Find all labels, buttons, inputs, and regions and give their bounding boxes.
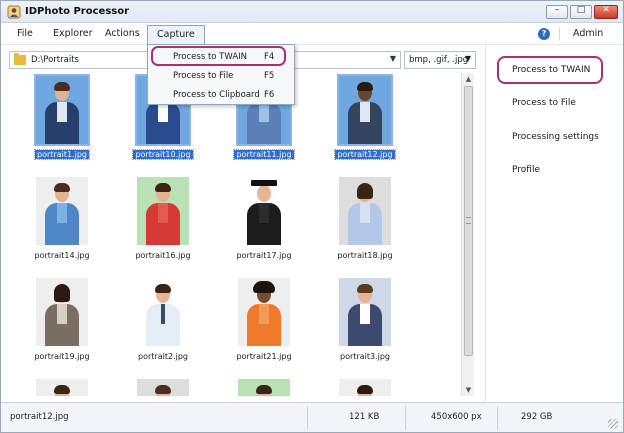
close-button[interactable]: ✕ xyxy=(594,5,618,19)
filter-value: bmp, .gif, .jpg xyxy=(409,55,469,65)
thumbnail-image xyxy=(137,379,189,396)
thumbnail-label: portrait19.jpg xyxy=(34,352,90,361)
scrollbar-thumb[interactable] xyxy=(464,86,473,356)
thumbnail-image xyxy=(238,278,290,346)
thumbnail-label: portrait14.jpg xyxy=(34,251,90,260)
app-icon xyxy=(7,5,21,19)
highlight-ring xyxy=(497,56,603,84)
menu-divider xyxy=(559,27,560,41)
status-disk-space: 292 GB xyxy=(521,412,553,422)
folder-icon xyxy=(14,53,26,65)
thumbnail-label: portrait3.jpg xyxy=(340,352,390,361)
menu-explorer[interactable]: Explorer xyxy=(47,26,99,42)
thumbnail-image xyxy=(137,278,189,346)
thumbnail-image xyxy=(339,278,391,346)
actions-panel: Process to TWAIN Process to File Process… xyxy=(485,45,623,402)
path-value: D:\Portraits xyxy=(31,55,79,65)
thumbnail-image xyxy=(36,177,88,245)
thumbnail-image xyxy=(137,177,189,245)
scroll-down-icon[interactable]: ▼ xyxy=(462,384,475,396)
window-title: IDPhoto Processor xyxy=(25,6,130,17)
status-dimensions: 450x600 px xyxy=(431,412,482,422)
thumbnail-image xyxy=(238,177,290,245)
action-profile[interactable]: Profile xyxy=(512,165,540,175)
action-process-to-file[interactable]: Process to File xyxy=(512,98,576,108)
thumbnail-label: portrait21.jpg xyxy=(236,352,292,361)
thumbnail-label: portrait12.jpg xyxy=(334,149,396,160)
thumbnail-image xyxy=(337,74,393,146)
menu-capture[interactable]: Capture xyxy=(147,25,205,44)
thumbnail-image xyxy=(36,278,88,346)
thumbnail-label: portrait2.jpg xyxy=(138,352,188,361)
status-filename: portrait12.jpg xyxy=(10,412,69,422)
menu-item-process-to-file[interactable]: Process to File F5 xyxy=(150,67,292,85)
maximize-icon: □ xyxy=(576,5,586,15)
thumbnail-gallery: portrait1.jpg portrait10.jpg portrait11.… xyxy=(9,71,477,396)
highlight-ring xyxy=(151,46,286,66)
menu-item-process-to-clipboard[interactable]: Process to Clipboard F6 xyxy=(150,86,292,104)
app-window: IDPhoto Processor – □ ✕ File Explorer Ac… xyxy=(0,0,624,433)
minimize-button[interactable]: – xyxy=(546,5,568,19)
status-divider xyxy=(405,406,406,430)
resize-grip-icon[interactable] xyxy=(608,419,618,429)
status-divider xyxy=(307,406,308,430)
menu-bar: File Explorer Actions Capture ? Admin xyxy=(1,23,623,45)
grip-icon xyxy=(466,217,471,224)
thumbnail-label: portrait17.jpg xyxy=(236,251,292,260)
file-filter-select[interactable]: bmp, .gif, .jpg ▼ xyxy=(404,51,476,69)
thumbnail-label: portrait11.jpg xyxy=(233,149,295,160)
title-bar: IDPhoto Processor – □ ✕ xyxy=(1,1,623,23)
status-bar: portrait12.jpg 121 KB 450x600 px 292 GB xyxy=(1,402,623,432)
help-icon[interactable]: ? xyxy=(538,28,550,40)
thumbnail-image xyxy=(339,177,391,245)
action-processing-settings[interactable]: Processing settings xyxy=(512,132,599,142)
chevron-down-icon[interactable]: ▼ xyxy=(390,54,396,63)
thumbnail-image xyxy=(36,379,88,396)
thumbnail-label: portrait16.jpg xyxy=(135,251,191,260)
menu-file[interactable]: File xyxy=(11,26,39,42)
thumbnail-image xyxy=(238,379,290,396)
chevron-down-icon[interactable]: ▼ xyxy=(465,54,471,63)
thumbnail-label: portrait1.jpg xyxy=(34,149,90,160)
scroll-up-icon[interactable]: ▲ xyxy=(462,73,475,85)
thumbnail-image xyxy=(34,74,90,146)
thumbnail-image xyxy=(339,379,391,396)
menu-admin[interactable]: Admin xyxy=(567,26,609,42)
maximize-button[interactable]: □ xyxy=(570,5,592,19)
gallery-scrollbar[interactable]: ▲ ▼ xyxy=(461,73,474,396)
status-divider xyxy=(497,406,498,430)
minimize-icon: – xyxy=(554,5,560,15)
close-icon: ✕ xyxy=(602,5,610,15)
menu-actions[interactable]: Actions xyxy=(99,26,146,42)
status-filesize: 121 KB xyxy=(349,412,380,422)
thumbnail-label: portrait10.jpg xyxy=(132,149,194,160)
thumbnail-label: portrait18.jpg xyxy=(337,251,393,260)
